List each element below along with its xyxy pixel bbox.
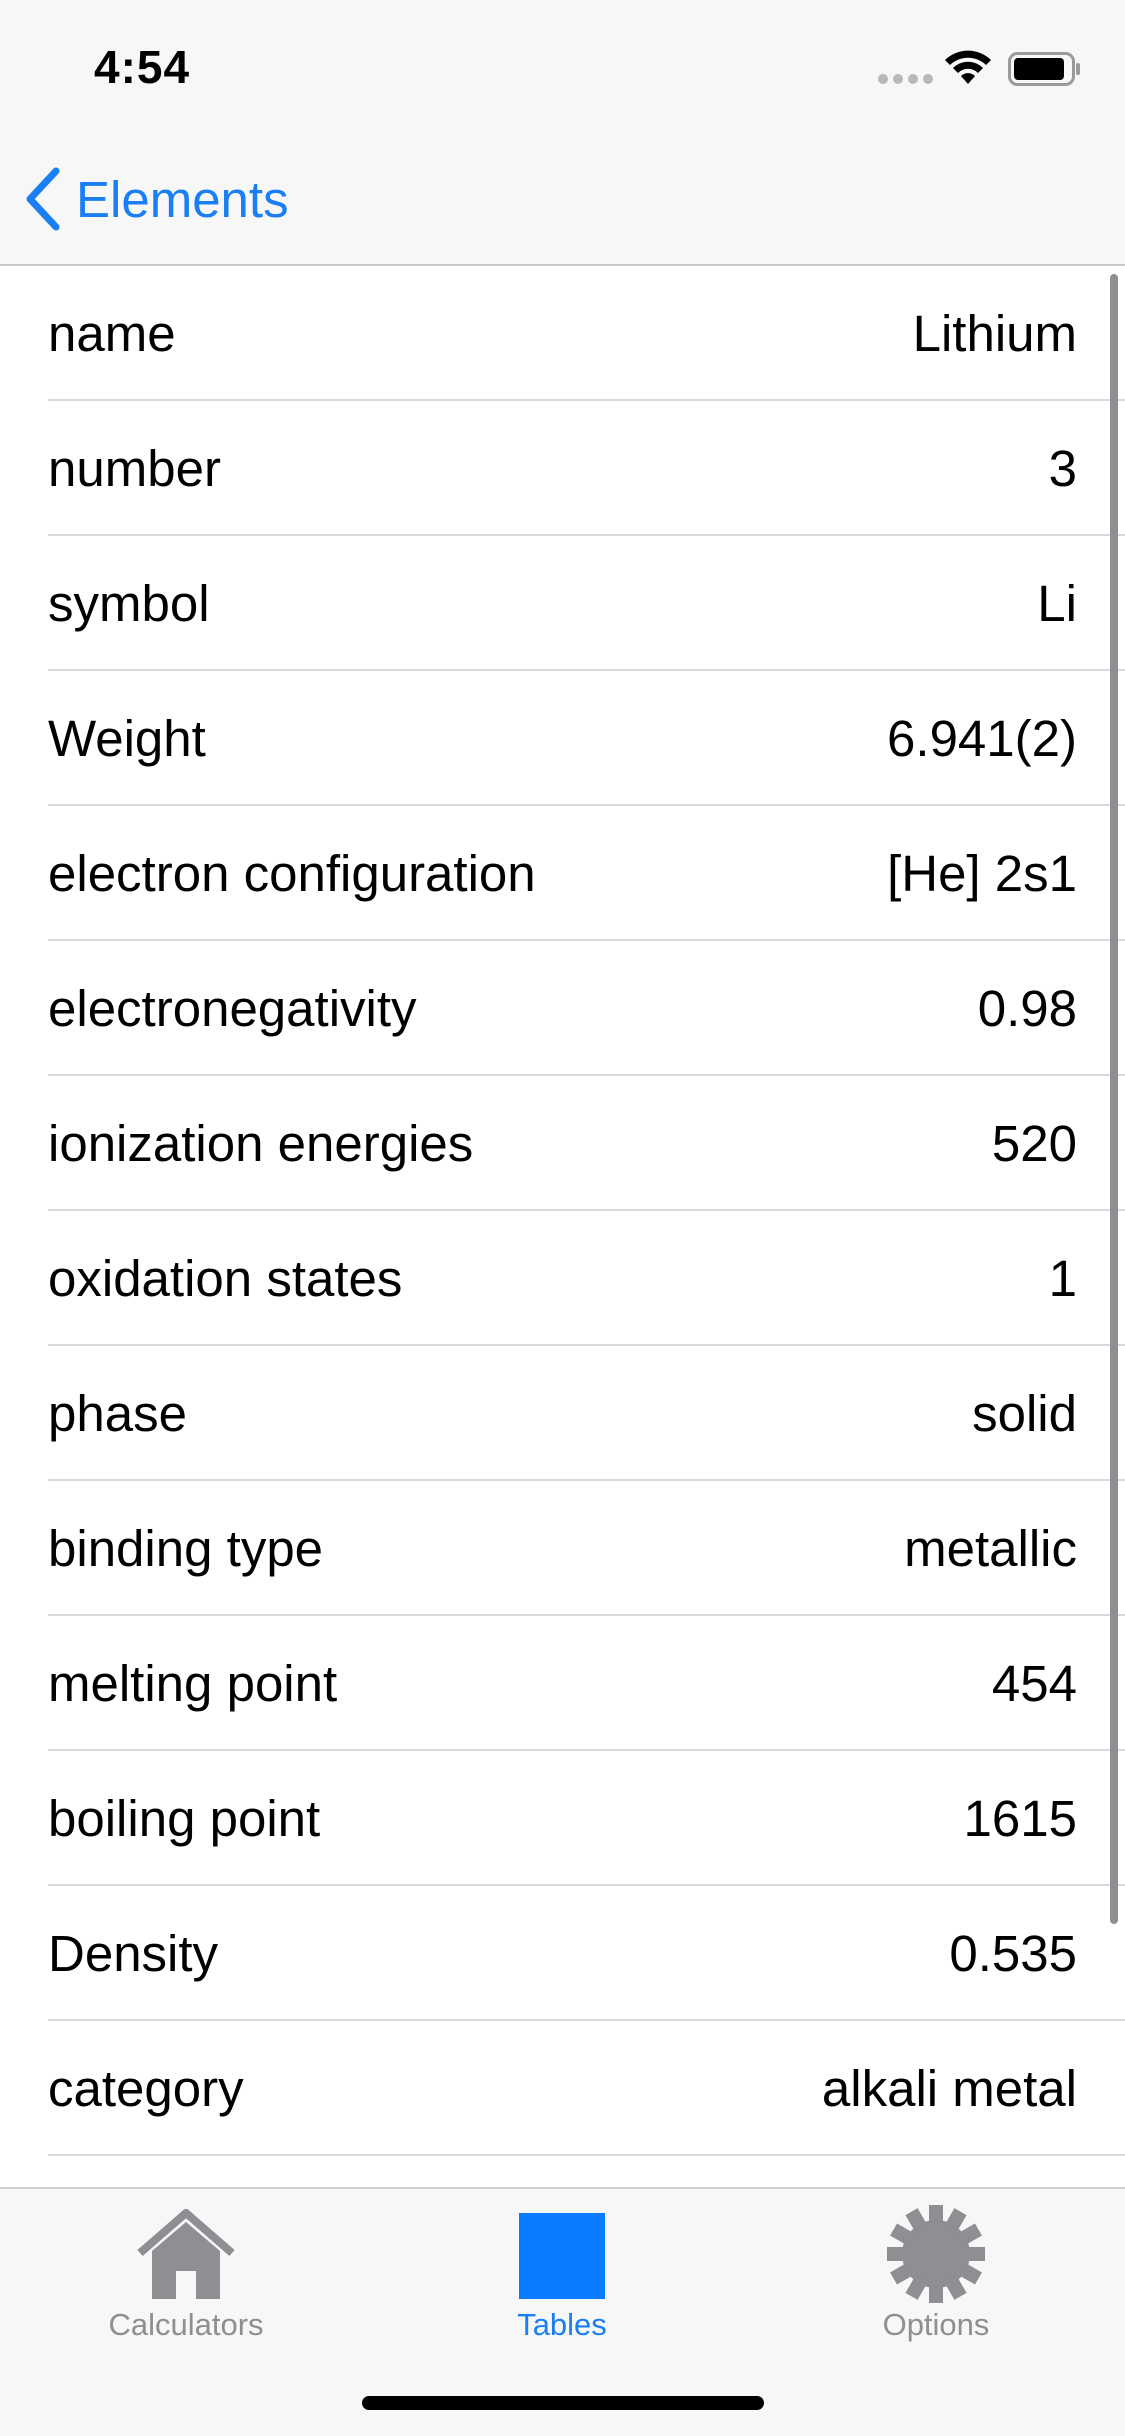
- row-label: electron configuration: [48, 845, 536, 902]
- row-label: Density: [48, 1925, 219, 1982]
- list-row-density: Density 0.535: [0, 1886, 1125, 2021]
- tab-label: Tables: [517, 2307, 607, 2342]
- list-row-melting-point: melting point 454: [0, 1616, 1125, 1751]
- scroll-indicator[interactable]: [1110, 274, 1118, 1924]
- list-row-weight: Weight 6.941(2): [0, 671, 1125, 806]
- tab-label: Options: [882, 2307, 990, 2342]
- row-value: [He] 2s1: [887, 845, 1077, 902]
- list-row-boiling-point: boiling point 1615: [0, 1751, 1125, 1886]
- tab-calculators[interactable]: Calculators: [56, 2199, 316, 2342]
- row-value: 3: [1048, 440, 1077, 497]
- gear-icon: [887, 2205, 985, 2303]
- row-value: 0.98: [977, 980, 1077, 1037]
- row-value: solid: [972, 1385, 1077, 1442]
- row-value: 1615: [963, 1790, 1077, 1847]
- row-label: electronegativity: [48, 980, 417, 1037]
- row-label: number: [48, 440, 221, 497]
- tab-tables[interactable]: Tables: [432, 2199, 692, 2342]
- row-label: name: [48, 305, 176, 362]
- row-value: 454: [991, 1655, 1077, 1712]
- navigation-bar: Elements: [0, 132, 1125, 266]
- list-row-electronegativity: electronegativity 0.98: [0, 941, 1125, 1076]
- list-row-symbol: symbol Li: [0, 536, 1125, 671]
- row-label: phase: [48, 1385, 187, 1442]
- row-label: melting point: [48, 1655, 338, 1712]
- row-label: category: [48, 2060, 244, 2117]
- wifi-icon: [945, 50, 991, 84]
- row-value: 0.535: [949, 1925, 1077, 1982]
- status-bar: 4:54: [0, 0, 1125, 132]
- row-label: symbol: [48, 575, 210, 632]
- list-row-name: name Lithium: [0, 266, 1125, 401]
- back-button[interactable]: Elements: [24, 162, 289, 236]
- row-value: 6.941(2): [887, 710, 1077, 767]
- row-value: 520: [991, 1115, 1077, 1172]
- element-detail-list[interactable]: name Lithium number 3 symbol Li Weight 6…: [0, 266, 1125, 2187]
- battery-icon: [1008, 52, 1080, 86]
- list-row-number: number 3: [0, 401, 1125, 536]
- status-time: 4:54: [94, 41, 191, 93]
- back-label: Elements: [76, 170, 289, 228]
- row-value: Lithium: [912, 305, 1077, 362]
- home-indicator[interactable]: [362, 2396, 764, 2410]
- row-label: binding type: [48, 1520, 324, 1577]
- house-icon: [137, 2209, 235, 2299]
- cellular-signal-icon: [878, 74, 934, 86]
- row-label: Weight: [48, 710, 206, 767]
- square-icon: [519, 2213, 605, 2299]
- chevron-left-icon: [26, 167, 60, 231]
- list-row-electron-configuration: electron configuration [He] 2s1: [0, 806, 1125, 941]
- row-label: oxidation states: [48, 1250, 403, 1307]
- row-value: Li: [1037, 575, 1077, 632]
- list-row-ionization-energies: ionization energies 520: [0, 1076, 1125, 1211]
- list-row-phase: phase solid: [0, 1346, 1125, 1481]
- list-row-category: category alkali metal: [0, 2021, 1125, 2156]
- row-separator: [48, 2154, 1125, 2156]
- list-row-oxidation-states: oxidation states 1: [0, 1211, 1125, 1346]
- tab-options[interactable]: Options: [806, 2199, 1066, 2342]
- list-row-binding-type: binding type metallic: [0, 1481, 1125, 1616]
- tab-label: Calculators: [108, 2307, 264, 2342]
- row-value: 1: [1048, 1250, 1077, 1307]
- row-value: alkali metal: [821, 2060, 1077, 2117]
- row-value: metallic: [904, 1520, 1077, 1577]
- row-label: ionization energies: [48, 1115, 474, 1172]
- row-label: boiling point: [48, 1790, 321, 1847]
